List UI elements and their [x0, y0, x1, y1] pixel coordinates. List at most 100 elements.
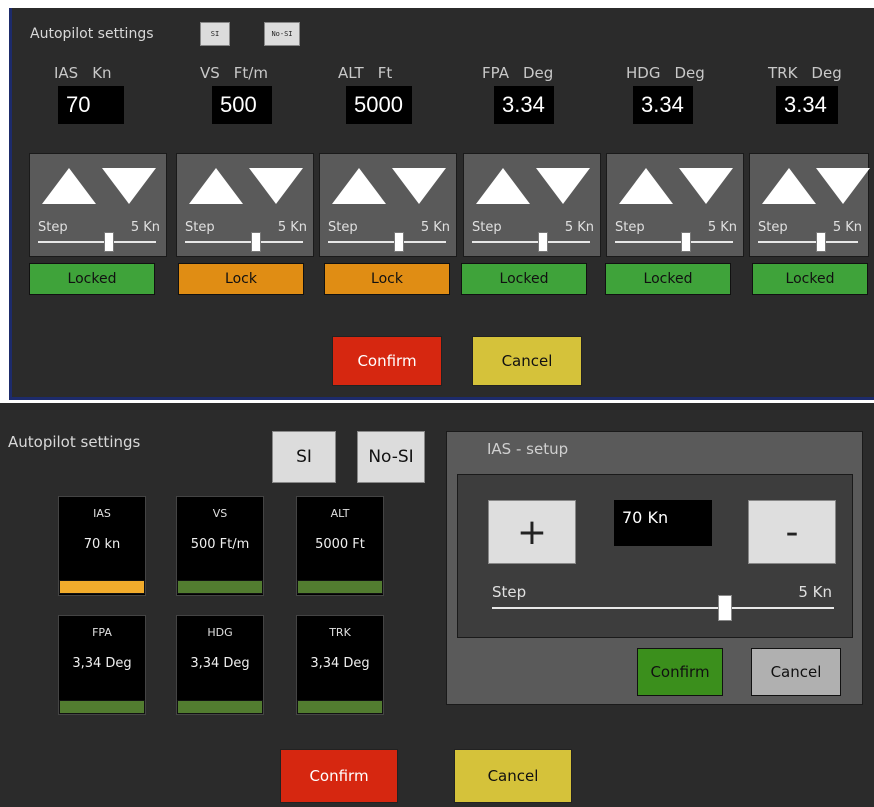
param-name: TRK — [768, 64, 798, 82]
step-slider-thumb[interactable] — [104, 232, 114, 252]
step-value: 5 Kn — [130, 220, 160, 235]
step-value: 5 Kn — [420, 220, 450, 235]
param-name: VS — [200, 64, 220, 82]
step-value: 5 Kn — [832, 220, 862, 235]
tile-name: IAS — [93, 507, 111, 520]
alt-status-bar — [297, 580, 383, 594]
param-header-fpa: FPA Deg — [482, 64, 553, 82]
increase-arrow-icon[interactable] — [332, 168, 386, 204]
setup-title: IAS - setup — [487, 440, 569, 458]
step-value: 5 Kn — [798, 583, 832, 601]
fpa-lock-button[interactable]: Locked — [461, 263, 587, 295]
param-unit: Deg — [674, 64, 705, 82]
step-slider-track[interactable] — [38, 241, 156, 243]
hdg-value-display: 3.34 — [633, 86, 693, 124]
no-si-button[interactable]: No-SI — [264, 22, 300, 46]
hdg-control-box: Step 5 Kn — [606, 153, 744, 257]
decrease-arrow-icon[interactable] — [102, 168, 156, 204]
trk-control-box: Step 5 Kn — [749, 153, 870, 257]
step-label: Step — [492, 583, 527, 601]
autopilot-settings-panel-top: Autopilot settings SI No-SI IAS Kn 70 Ste… — [9, 8, 874, 400]
cancel-button[interactable]: Cancel — [454, 749, 572, 803]
step-value: 5 Kn — [564, 220, 594, 235]
step-label: Step — [758, 220, 788, 235]
tile-value: 5000 Ft — [315, 537, 365, 552]
confirm-button[interactable]: Confirm — [332, 336, 442, 386]
step-slider-track[interactable] — [492, 607, 834, 609]
tile-name: FPA — [92, 626, 112, 639]
param-name: FPA — [482, 64, 509, 82]
decrease-arrow-icon[interactable] — [536, 168, 590, 204]
vs-lock-button[interactable]: Lock — [178, 263, 304, 295]
increase-arrow-icon[interactable] — [762, 168, 816, 204]
step-slider-thumb[interactable] — [816, 232, 826, 252]
param-name: IAS — [54, 64, 79, 82]
alt-value-display: 5000 — [346, 86, 412, 124]
step-slider-thumb[interactable] — [681, 232, 691, 252]
step-label: Step — [185, 220, 215, 235]
setup-inner-panel: + 70 Kn - Step 5 Kn — [457, 474, 853, 638]
param-header-vs: VS Ft/m — [200, 64, 268, 82]
hdg-lock-button[interactable]: Locked — [605, 263, 731, 295]
increase-arrow-icon[interactable] — [189, 168, 243, 204]
step-label: Step — [328, 220, 358, 235]
tile-value: 3,34 Deg — [72, 656, 132, 671]
decrease-arrow-icon[interactable] — [249, 168, 303, 204]
no-si-button[interactable]: No-SI — [357, 431, 425, 483]
param-unit: Deg — [522, 64, 554, 82]
tile-name: HDG — [207, 626, 233, 639]
step-slider-thumb[interactable] — [394, 232, 404, 252]
param-unit: Kn — [92, 64, 112, 82]
fpa-control-box: Step 5 Kn — [463, 153, 601, 257]
param-unit: Ft/m — [233, 64, 268, 82]
cancel-button[interactable]: Cancel — [472, 336, 582, 386]
trk-lock-button[interactable]: Locked — [752, 263, 868, 295]
vs-status-bar — [177, 580, 263, 594]
param-name: ALT — [338, 64, 364, 82]
param-header-hdg: HDG Deg — [626, 64, 705, 82]
step-slider-track[interactable] — [615, 241, 733, 243]
trk-value-display: 3.34 — [776, 86, 838, 124]
tile-value: 3,34 Deg — [190, 656, 250, 671]
decrease-button[interactable]: - — [748, 500, 836, 564]
si-button[interactable]: SI — [272, 431, 336, 483]
tile-name: TRK — [329, 626, 351, 639]
param-header-ias: IAS Kn — [54, 64, 112, 82]
setup-value-display: 70 Kn — [614, 500, 712, 546]
increase-button[interactable]: + — [488, 500, 576, 564]
decrease-arrow-icon[interactable] — [679, 168, 733, 204]
fpa-value-display: 3.34 — [494, 86, 554, 124]
increase-arrow-icon[interactable] — [619, 168, 673, 204]
step-label: Step — [472, 220, 502, 235]
step-slider-thumb[interactable] — [251, 232, 261, 252]
step-slider-thumb[interactable] — [718, 595, 732, 621]
tile-value: 3,34 Deg — [310, 656, 370, 671]
ias-status-bar — [59, 580, 145, 594]
alt-control-box: Step 5 Kn — [319, 153, 457, 257]
panel-title: Autopilot settings — [8, 433, 141, 451]
increase-arrow-icon[interactable] — [42, 168, 96, 204]
param-unit: Ft — [377, 64, 393, 82]
alt-lock-button[interactable]: Lock — [324, 263, 450, 295]
step-slider-thumb[interactable] — [538, 232, 548, 252]
step-label: Step — [615, 220, 645, 235]
increase-arrow-icon[interactable] — [476, 168, 530, 204]
tile-value: 70 kn — [83, 537, 121, 552]
param-unit: Deg — [811, 64, 842, 82]
si-button[interactable]: SI — [200, 22, 230, 46]
setup-confirm-button[interactable]: Confirm — [637, 648, 723, 696]
param-header-alt: ALT Ft — [338, 64, 392, 82]
step-slider-track[interactable] — [472, 241, 590, 243]
hdg-status-bar — [177, 700, 263, 714]
step-slider-track[interactable] — [328, 241, 446, 243]
step-label: Step — [38, 220, 68, 235]
param-name: HDG — [626, 64, 661, 82]
confirm-button[interactable]: Confirm — [280, 749, 398, 803]
step-slider-track[interactable] — [758, 241, 858, 243]
decrease-arrow-icon[interactable] — [392, 168, 446, 204]
setup-cancel-button[interactable]: Cancel — [751, 648, 841, 696]
panel-title: Autopilot settings — [30, 26, 154, 42]
decrease-arrow-icon[interactable] — [816, 168, 870, 204]
step-slider-track[interactable] — [185, 241, 303, 243]
ias-lock-button[interactable]: Locked — [29, 263, 155, 295]
